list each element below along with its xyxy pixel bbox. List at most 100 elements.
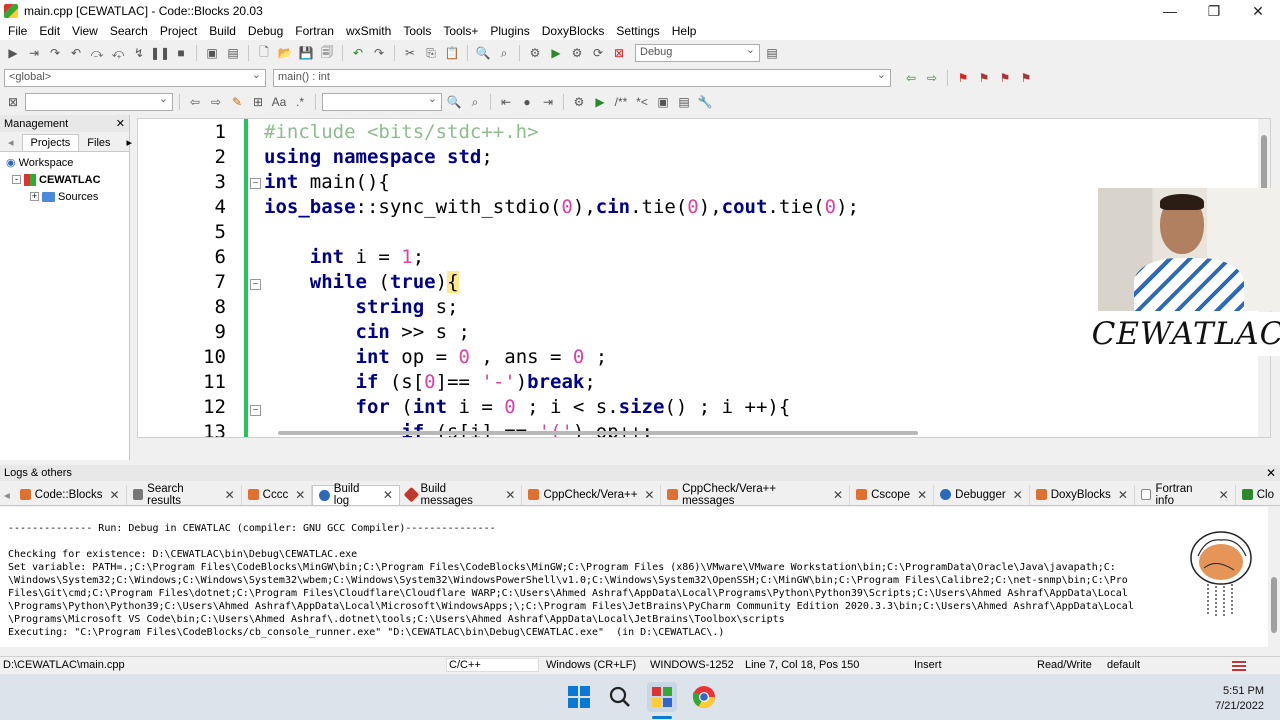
save-icon[interactable]: 💾	[297, 44, 315, 62]
menu-tools[interactable]: Tools	[397, 24, 437, 38]
open-file-icon[interactable]: 📂	[276, 44, 294, 62]
menu-search[interactable]: Search	[104, 24, 154, 38]
close-icon[interactable]: ✕	[1118, 488, 1128, 502]
block-icon[interactable]: ●	[518, 93, 536, 111]
step-instruction-icon[interactable]: ⤽	[109, 44, 127, 62]
scope-select[interactable]: <global>	[4, 68, 266, 87]
tab-build-log[interactable]: Build log ✕	[312, 483, 400, 507]
tree-sources[interactable]: + Sources	[6, 188, 129, 205]
windows-start-icon[interactable]	[564, 682, 594, 712]
save-all-icon[interactable]: 🗐	[318, 44, 336, 62]
close-icon[interactable]: ✕	[505, 488, 515, 502]
close-icon[interactable]: ✕	[295, 488, 305, 502]
tab-cscope[interactable]: Cscope ✕	[850, 484, 935, 505]
menu-file[interactable]: File	[2, 24, 33, 38]
search-next-icon[interactable]: ⇨	[207, 93, 225, 111]
match-case-icon[interactable]: Aa	[270, 93, 288, 111]
clock-time[interactable]: 5:51 PM	[1215, 684, 1264, 699]
tab-debugger[interactable]: Debugger ✕	[934, 484, 1030, 505]
highlight-icon[interactable]: ✎	[228, 93, 246, 111]
next-block-icon[interactable]: ⇥	[539, 93, 557, 111]
menu-plugins[interactable]: Plugins	[484, 24, 535, 38]
incremental-search-input[interactable]	[25, 92, 173, 111]
close-icon[interactable]: ✕	[116, 117, 125, 130]
run-html-icon[interactable]: ▣	[654, 93, 672, 111]
thread-search-icon[interactable]: 🔍	[445, 93, 463, 111]
close-button[interactable]: ✕	[1236, 0, 1280, 22]
tab-cppcheck-messages[interactable]: CppCheck/Vera++ messages ✕	[661, 483, 851, 507]
close-icon[interactable]: ✕	[644, 488, 654, 502]
jump-back-icon[interactable]: ⇦	[902, 69, 920, 87]
replace-icon[interactable]: ⌕	[495, 44, 513, 62]
doxy-wizard-icon[interactable]: ⚙	[570, 93, 588, 111]
menu-settings[interactable]: Settings	[610, 24, 665, 38]
regex-icon[interactable]: .*	[291, 93, 309, 111]
selection-only-icon[interactable]: ⊞	[249, 93, 267, 111]
thread-search-input[interactable]	[322, 92, 442, 111]
find-icon[interactable]: 🔍	[474, 44, 492, 62]
tab-cppcheck[interactable]: CppCheck/Vera++ ✕	[522, 484, 662, 505]
build-target-select[interactable]: Debug	[635, 43, 760, 62]
doxy-extract-icon[interactable]: ▶	[591, 93, 609, 111]
close-icon[interactable]: ✕	[1013, 488, 1023, 502]
tab-closed-files[interactable]: Clo	[1236, 485, 1280, 505]
close-icon[interactable]: ✕	[1219, 488, 1229, 502]
tab-cccc[interactable]: Cccc ✕	[242, 484, 313, 505]
clear-bookmarks-icon[interactable]: ⚑	[1017, 69, 1035, 87]
stop-debug-icon[interactable]: ■	[172, 44, 190, 62]
toggle-bookmark-icon[interactable]: ⚑	[954, 69, 972, 87]
next-bookmark-icon[interactable]: ⚑	[996, 69, 1014, 87]
menu-fortran[interactable]: Fortran	[289, 24, 340, 38]
run-chm-icon[interactable]: ▤	[675, 93, 693, 111]
step-into-icon[interactable]: ⇥	[25, 44, 43, 62]
function-select[interactable]: main() : int	[273, 68, 891, 87]
paste-icon[interactable]: 📋	[443, 44, 461, 62]
cut-icon[interactable]: ✂	[401, 44, 419, 62]
close-icon[interactable]: ✕	[225, 488, 235, 502]
next-instruction-icon[interactable]: ⤼	[88, 44, 106, 62]
abort-icon[interactable]: ⊠	[610, 44, 628, 62]
info-icon[interactable]: ▤	[224, 44, 242, 62]
pause-icon[interactable]: ❚❚	[150, 44, 170, 62]
debug-windows-icon[interactable]: ▣	[203, 44, 221, 62]
redo-icon[interactable]: ↷	[370, 44, 388, 62]
menu-edit[interactable]: Edit	[33, 24, 66, 38]
prev-bookmark-icon[interactable]: ⚑	[975, 69, 993, 87]
copy-icon[interactable]: ⎘	[422, 44, 440, 62]
menu-debug[interactable]: Debug	[242, 24, 289, 38]
run-icon[interactable]: ▶	[547, 44, 565, 62]
scroll-left-icon[interactable]: ◂	[4, 488, 10, 502]
tab-build-messages[interactable]: Build messages ✕	[400, 483, 523, 507]
menu-tools-plus[interactable]: Tools+	[437, 24, 484, 38]
menu-wxsmith[interactable]: wxSmith	[340, 24, 397, 38]
show-target-dialog-icon[interactable]: ▤	[763, 44, 781, 62]
fold-marker-icon[interactable]: −	[250, 279, 261, 290]
search-icon[interactable]	[605, 682, 635, 712]
tab-scroll-left-icon[interactable]: ◂	[0, 134, 22, 151]
build-icon[interactable]: ⚙	[526, 44, 544, 62]
run-to-cursor-icon[interactable]: ↯	[130, 44, 148, 62]
maximize-button[interactable]: ❐	[1192, 0, 1236, 22]
collapse-icon[interactable]: -	[12, 175, 21, 184]
log-scrollbar[interactable]	[1268, 507, 1280, 647]
new-file-icon[interactable]: 🗋	[255, 44, 273, 62]
fold-marker-icon[interactable]: −	[250, 405, 261, 416]
fold-marker-icon[interactable]: −	[250, 178, 261, 189]
clear-search-icon[interactable]: ⊠	[4, 93, 22, 111]
close-icon[interactable]: ✕	[1266, 466, 1276, 480]
tab-files[interactable]: Files	[79, 135, 118, 151]
undo-icon[interactable]: ↶	[349, 44, 367, 62]
tree-workspace[interactable]: ◉ Workspace	[6, 154, 129, 171]
expand-icon[interactable]: +	[30, 192, 39, 201]
thread-options-icon[interactable]: ⌕	[466, 93, 484, 111]
block-comment-icon[interactable]: /**	[612, 93, 630, 111]
menu-build[interactable]: Build	[203, 24, 242, 38]
close-icon[interactable]: ✕	[917, 488, 927, 502]
chrome-icon[interactable]	[689, 682, 719, 712]
horizontal-scrollbar[interactable]	[278, 431, 918, 435]
codeblocks-taskbar-icon[interactable]	[647, 682, 677, 712]
close-icon[interactable]: ✕	[383, 488, 393, 502]
clock-date[interactable]: 7/21/2022	[1215, 699, 1264, 714]
menu-help[interactable]: Help	[666, 24, 703, 38]
build-and-run-icon[interactable]: ⚙	[568, 44, 586, 62]
